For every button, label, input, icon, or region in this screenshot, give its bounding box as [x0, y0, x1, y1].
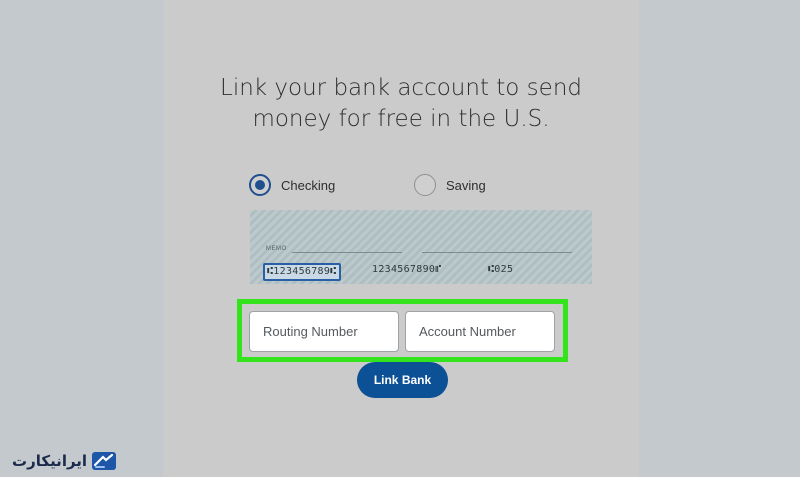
check-memo-line	[292, 252, 402, 253]
link-bank-button[interactable]: Link Bank	[357, 362, 448, 398]
check-illustration: MEMO ⑆123456789⑆ 1234567890⑈ ⑆025	[250, 210, 592, 284]
radio-saving-label: Saving	[446, 177, 486, 193]
radio-checking[interactable]	[249, 174, 271, 196]
radio-saving[interactable]	[414, 174, 436, 196]
account-number-input[interactable]: Account Number	[405, 311, 555, 352]
page-title: Link your bank account to send money for…	[220, 75, 582, 132]
right-background	[639, 0, 800, 477]
check-routing-number: ⑆123456789⑆	[263, 263, 341, 281]
check-number: ⑆025	[488, 264, 514, 275]
watermark-text: ایرانیکارت	[12, 452, 88, 470]
routing-number-input[interactable]: Routing Number	[249, 311, 399, 352]
radio-saving-option[interactable]: Saving	[414, 173, 486, 197]
left-background	[0, 0, 163, 477]
check-account-number: 1234567890⑈	[372, 264, 442, 275]
check-signature-line	[422, 252, 572, 253]
radio-checking-label: Checking	[281, 177, 336, 193]
watermark-logo: ایرانیکارت	[12, 447, 117, 475]
check-memo-label: MEMO	[266, 246, 287, 252]
radio-checking-option[interactable]: Checking	[249, 173, 335, 197]
card-logo-icon	[92, 452, 117, 470]
